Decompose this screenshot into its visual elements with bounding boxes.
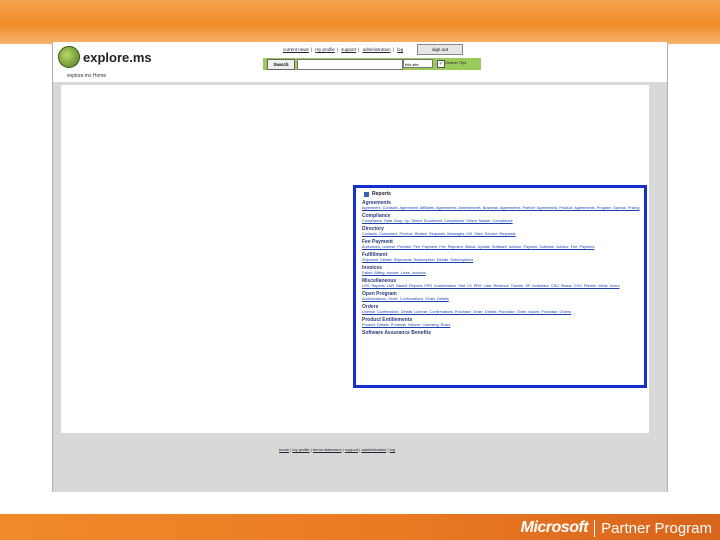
report-section-links[interactable]: Product Details Products Volume Licensin… — [362, 323, 644, 328]
report-section: Invoices Failed Billing Invoice Lines Inv… — [362, 265, 644, 276]
report-section-links[interactable]: Contacts Customers Product Review Reques… — [362, 232, 644, 237]
report-section: Compliance Compliance Data Drop Up Select… — [362, 213, 644, 224]
breadcrumb: explore.ms Home — [67, 73, 107, 79]
footer-support[interactable]: support — [345, 447, 358, 452]
report-section-links[interactable]: License Confirmation Details License Con… — [362, 310, 644, 315]
search-tips-label: Search Tips — [445, 60, 467, 65]
report-section-heading: Software Assurance Benefits — [362, 330, 432, 336]
report-section: Fulfillment Shipment Details Shipments Su… — [362, 252, 644, 263]
nav-current-news[interactable]: current news — [283, 47, 309, 52]
nav-my-profile[interactable]: my profile — [315, 47, 335, 52]
site-logo[interactable]: explore.ms — [58, 46, 152, 68]
brand-divider — [594, 519, 596, 537]
report-section: Product Entitlements Product Details Prod… — [362, 317, 644, 328]
search-bar: Search this site ✓ Search Tips — [263, 58, 481, 70]
report-section: Open Program Authorizations Order Confirm… — [362, 291, 644, 302]
reports-title: Reports — [364, 191, 644, 197]
footer-my-profile[interactable]: my profile — [292, 447, 309, 452]
site-header: explore.ms current news | my profile | sup… — [53, 42, 667, 82]
reports-icon — [364, 191, 369, 197]
search-tips-checkbox[interactable]: ✓ — [437, 60, 445, 68]
report-sections: Agreements Agreement Contacts Agreement A… — [356, 200, 644, 336]
nav-log[interactable]: log — [397, 47, 403, 52]
content-area: Reports Agreements Agreement Contacts Agr… — [61, 85, 649, 433]
reports-title-text: Reports — [372, 191, 391, 197]
footer-home[interactable]: home — [279, 447, 289, 452]
report-section-links[interactable]: Agreement Contacts Agreement Affiliates … — [362, 206, 644, 211]
nav-administration[interactable]: administration — [363, 47, 391, 52]
search-input[interactable] — [297, 59, 403, 70]
footer-terms[interactable]: terms statement — [313, 447, 342, 452]
search-scope-select[interactable]: this site — [403, 59, 433, 68]
report-section: Agreements Agreement Contacts Agreement A… — [362, 200, 644, 211]
logo-text: explore.ms — [83, 49, 152, 65]
report-section-links[interactable]: Authorized License Provider Fee Payment … — [362, 245, 644, 250]
footer-administration[interactable]: administration — [361, 447, 386, 452]
report-section-links[interactable]: LRS Reports LAR Based Reports PRS Author… — [362, 284, 644, 289]
report-section-links[interactable]: Shipment Details Shipments Subscription … — [362, 258, 644, 263]
top-nav: current news | my profile | support | admin… — [283, 47, 404, 52]
report-section: Software Assurance Benefits — [362, 330, 644, 336]
brand-program: Partner Program — [601, 519, 712, 537]
signout-button[interactable]: sign out — [417, 44, 463, 55]
nav-support[interactable]: support — [341, 47, 356, 52]
globe-logo-icon — [58, 46, 80, 68]
report-section: Fee Payment Authorized License Provider F… — [362, 239, 644, 250]
search-button[interactable]: Search — [267, 59, 295, 70]
browser-screenshot: explore.ms current news | my profile | sup… — [52, 42, 668, 492]
report-section-links[interactable]: Compliance Data Drop Up Select Enrollmen… — [362, 219, 644, 224]
report-section: Miscellaneous LRS Reports LAR Based Repor… — [362, 278, 644, 289]
report-section: Orders License Confirmation Details Licen… — [362, 304, 644, 315]
footer-links: home | my profile | terms statement | su… — [279, 447, 395, 452]
footer-log[interactable]: log — [390, 447, 395, 452]
report-section-links[interactable]: Failed Billing Invoice Lines Invoices — [362, 271, 644, 276]
report-section-links[interactable]: Authorizations Order Confirmations Order… — [362, 297, 644, 302]
slide-top-band — [0, 0, 720, 44]
reports-panel: Reports Agreements Agreement Contacts Agr… — [353, 185, 647, 388]
report-section: Directory Contacts Customers Product Revi… — [362, 226, 644, 237]
microsoft-partner-program-logo: Microsoft Partner Program — [521, 518, 712, 538]
brand-company: Microsoft — [520, 519, 589, 536]
